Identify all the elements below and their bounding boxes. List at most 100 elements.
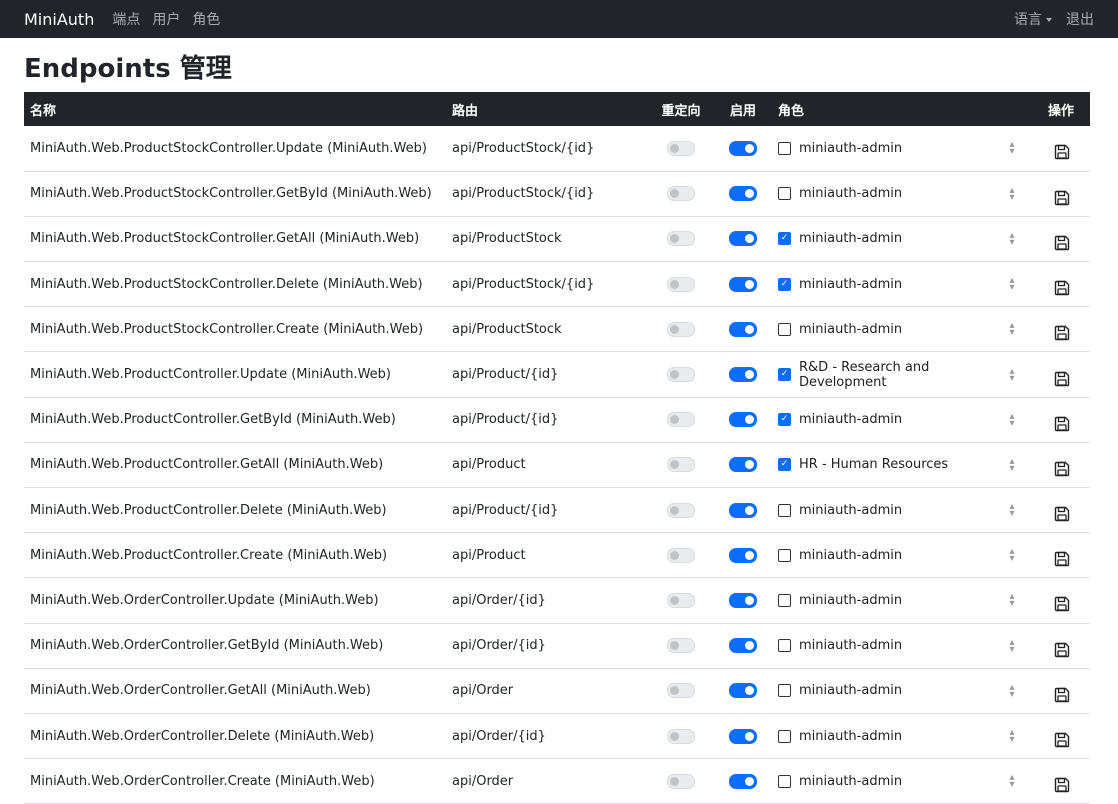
select-arrows-icon[interactable]: ▴ ▾ [1006, 185, 1018, 202]
enable-toggle[interactable] [729, 502, 757, 518]
save-icon[interactable] [1054, 687, 1070, 703]
role-select[interactable]: miniauth-admin ▴▾ [778, 682, 1018, 699]
save-icon[interactable] [1054, 506, 1070, 522]
redirect-toggle[interactable] [667, 638, 695, 654]
role-select[interactable]: miniauth-admin ▴▾ [778, 728, 1018, 745]
role-select[interactable]: miniauth-admin ▴▾ [778, 411, 1018, 428]
select-arrows-icon[interactable]: ▴ ▾ [1006, 637, 1018, 654]
role-select[interactable]: miniauth-admin ▴▾ [778, 140, 1018, 157]
role-checkbox[interactable] [778, 141, 791, 155]
save-icon[interactable] [1054, 190, 1070, 206]
enable-toggle[interactable] [729, 231, 757, 247]
enable-toggle[interactable] [729, 683, 757, 699]
redirect-toggle[interactable] [667, 592, 695, 608]
role-select[interactable]: miniauth-admin ▴▾ [778, 592, 1018, 609]
role-checkbox[interactable] [778, 503, 791, 517]
nav-link-roles[interactable]: 角色 [192, 9, 220, 29]
save-icon[interactable] [1054, 777, 1070, 793]
enable-toggle[interactable] [729, 547, 757, 563]
role-checkbox[interactable] [778, 322, 791, 336]
role-select[interactable]: miniauth-admin ▴▾ [778, 185, 1018, 202]
role-option-label: miniauth-admin [799, 186, 903, 202]
select-arrows-icon[interactable]: ▴ ▾ [1006, 456, 1018, 473]
redirect-toggle[interactable] [667, 412, 695, 428]
save-icon[interactable] [1054, 235, 1070, 251]
role-select[interactable]: miniauth-admin ▴▾ [778, 502, 1018, 519]
role-select[interactable]: R&D - Research and Development ▴▾ [778, 360, 1018, 390]
role-checkbox[interactable] [778, 187, 791, 201]
role-checkbox[interactable] [778, 232, 791, 246]
nav-link-endpoints[interactable]: 端点 [112, 9, 140, 29]
redirect-toggle[interactable] [667, 683, 695, 699]
select-arrows-icon[interactable]: ▴ ▾ [1006, 773, 1018, 790]
role-checkbox[interactable] [778, 593, 791, 607]
nav-link-users[interactable]: 用户 [152, 9, 180, 29]
enable-toggle[interactable] [729, 412, 757, 428]
enable-toggle[interactable] [729, 140, 757, 156]
select-arrows-icon[interactable]: ▴ ▾ [1006, 728, 1018, 745]
enable-toggle[interactable] [729, 773, 757, 789]
save-icon[interactable] [1054, 325, 1070, 341]
select-arrows-icon[interactable]: ▴ ▾ [1006, 321, 1018, 338]
role-select[interactable]: HR - Human Resources ▴▾ [778, 456, 1018, 473]
select-arrows-icon[interactable]: ▴ ▾ [1006, 682, 1018, 699]
save-icon[interactable] [1054, 642, 1070, 658]
redirect-toggle[interactable] [667, 186, 695, 202]
redirect-toggle[interactable] [667, 231, 695, 247]
select-arrows-icon[interactable]: ▴ ▾ [1006, 411, 1018, 428]
logout-link[interactable]: 退出 [1066, 9, 1094, 29]
redirect-toggle[interactable] [667, 457, 695, 473]
role-checkbox[interactable] [778, 774, 791, 788]
select-arrows-icon[interactable]: ▴ ▾ [1006, 276, 1018, 293]
language-dropdown[interactable]: 语言 [1014, 9, 1052, 29]
redirect-toggle[interactable] [667, 728, 695, 744]
role-checkbox[interactable] [778, 684, 791, 698]
save-icon[interactable] [1054, 144, 1070, 160]
save-icon[interactable] [1054, 416, 1070, 432]
role-checkbox[interactable] [778, 729, 791, 743]
redirect-toggle[interactable] [667, 276, 695, 292]
save-icon[interactable] [1054, 596, 1070, 612]
role-select[interactable]: miniauth-admin ▴▾ [778, 276, 1018, 293]
save-icon[interactable] [1054, 371, 1070, 387]
role-select[interactable]: miniauth-admin ▴▾ [778, 230, 1018, 247]
endpoint-name: MiniAuth.Web.OrderController.Update (Min… [30, 592, 379, 608]
select-arrows-icon[interactable]: ▴ ▾ [1006, 502, 1018, 519]
enable-toggle[interactable] [729, 276, 757, 292]
enable-toggle[interactable] [729, 638, 757, 654]
role-select[interactable]: miniauth-admin ▴▾ [778, 773, 1018, 790]
role-select[interactable]: miniauth-admin ▴▾ [778, 547, 1018, 564]
enable-toggle[interactable] [729, 367, 757, 383]
role-checkbox[interactable] [778, 548, 791, 562]
select-arrows-icon[interactable]: ▴ ▾ [1006, 547, 1018, 564]
endpoint-route: api/ProductStock/{id} [452, 276, 595, 292]
select-arrows-icon[interactable]: ▴ ▾ [1006, 366, 1018, 383]
brand-link[interactable]: MiniAuth [24, 10, 94, 29]
select-arrows-icon[interactable]: ▴ ▾ [1006, 140, 1018, 157]
role-checkbox[interactable] [778, 277, 791, 291]
header-role: 角色 [778, 103, 805, 119]
enable-toggle[interactable] [729, 186, 757, 202]
save-icon[interactable] [1054, 280, 1070, 296]
redirect-toggle[interactable] [667, 502, 695, 518]
role-select[interactable]: miniauth-admin ▴▾ [778, 321, 1018, 338]
redirect-toggle[interactable] [667, 367, 695, 383]
enable-toggle[interactable] [729, 321, 757, 337]
save-icon[interactable] [1054, 461, 1070, 477]
role-checkbox[interactable] [778, 639, 791, 653]
redirect-toggle[interactable] [667, 140, 695, 156]
select-arrows-icon[interactable]: ▴ ▾ [1006, 230, 1018, 247]
role-checkbox[interactable] [778, 458, 791, 472]
select-arrows-icon[interactable]: ▴ ▾ [1006, 592, 1018, 609]
enable-toggle[interactable] [729, 592, 757, 608]
role-select[interactable]: miniauth-admin ▴▾ [778, 637, 1018, 654]
redirect-toggle[interactable] [667, 321, 695, 337]
redirect-toggle[interactable] [667, 547, 695, 563]
role-checkbox[interactable] [778, 368, 791, 382]
save-icon[interactable] [1054, 732, 1070, 748]
enable-toggle[interactable] [729, 457, 757, 473]
redirect-toggle[interactable] [667, 773, 695, 789]
save-icon[interactable] [1054, 551, 1070, 567]
enable-toggle[interactable] [729, 728, 757, 744]
role-checkbox[interactable] [778, 413, 791, 427]
